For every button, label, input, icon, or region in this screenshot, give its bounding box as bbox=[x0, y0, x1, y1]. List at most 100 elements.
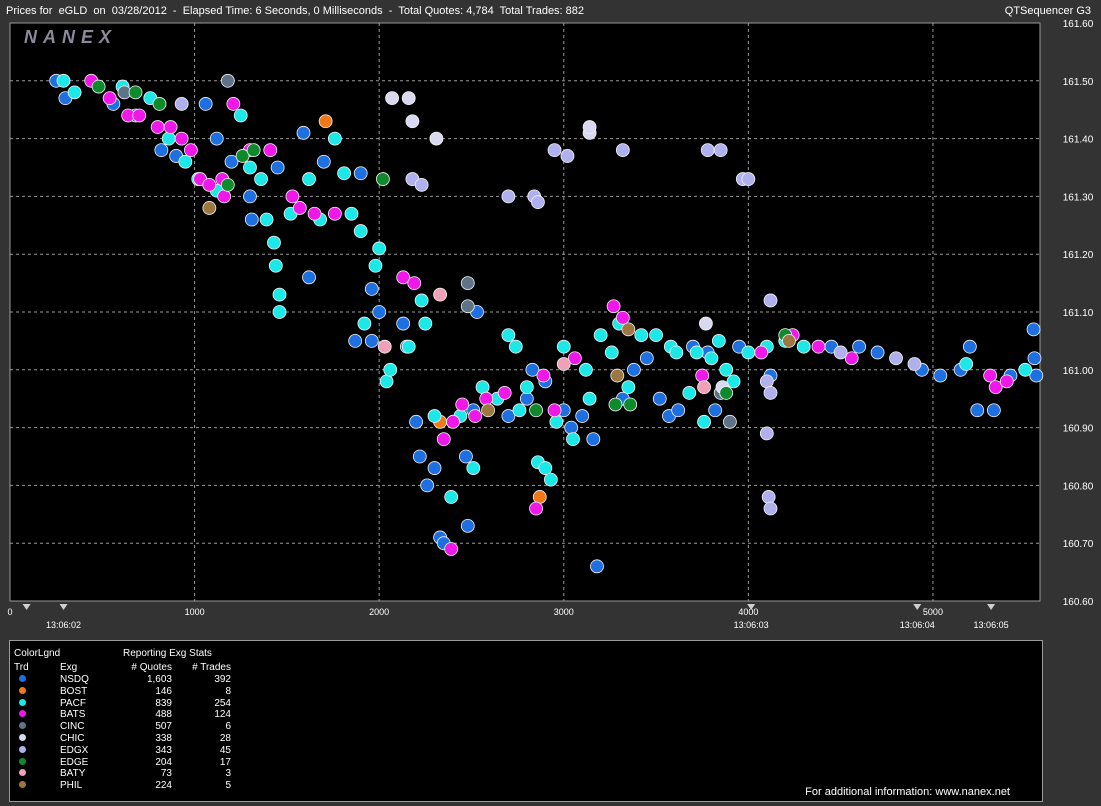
legend-trades: 6 bbox=[225, 721, 231, 733]
point-edgx bbox=[501, 189, 516, 204]
legend-color-dot bbox=[19, 686, 26, 694]
point-nsdq bbox=[316, 154, 331, 169]
legend-col-quotes: # Quotes bbox=[131, 662, 172, 673]
point-bost bbox=[532, 490, 547, 504]
point-nsdq bbox=[348, 333, 363, 348]
point-pacf bbox=[56, 73, 71, 88]
point-edgx bbox=[615, 143, 630, 158]
point-pacf bbox=[719, 362, 734, 377]
point-pacf bbox=[372, 241, 387, 256]
legend-color-dot bbox=[19, 769, 26, 777]
point-pacf bbox=[383, 362, 398, 377]
point-pacf bbox=[272, 287, 287, 302]
point-pacf bbox=[243, 160, 257, 175]
point-pacf bbox=[501, 328, 516, 343]
point-pacf bbox=[959, 357, 974, 371]
point-baty bbox=[697, 380, 711, 395]
point-nsdq bbox=[639, 351, 654, 366]
point-pacf bbox=[475, 380, 490, 395]
point-pacf bbox=[512, 403, 527, 418]
point-bats bbox=[407, 276, 422, 291]
legend-quotes: 507 bbox=[155, 721, 172, 733]
point-pacf bbox=[233, 108, 248, 123]
y-tick-label: 161.50 bbox=[1063, 77, 1094, 88]
legend-exchange: EDGE bbox=[60, 756, 89, 768]
footer-info: For additional information: www.nanex.ne… bbox=[805, 786, 1010, 798]
point-pacf bbox=[582, 391, 597, 406]
y-tick-label: 161.20 bbox=[1063, 250, 1094, 261]
point-pacf bbox=[302, 172, 316, 186]
legend-exchange: BOST bbox=[60, 685, 88, 697]
y-tick-label: 160.60 bbox=[1063, 597, 1094, 608]
point-edgx bbox=[414, 177, 429, 192]
legend-subtitle: Reporting Exg Stats bbox=[123, 648, 212, 659]
point-nsdq bbox=[412, 449, 427, 464]
legend-quotes: 338 bbox=[155, 733, 172, 744]
point-pacf bbox=[634, 328, 649, 343]
point-nsdq bbox=[962, 339, 977, 354]
point-nsdq bbox=[852, 339, 867, 354]
point-pacf bbox=[556, 339, 571, 354]
point-pacf bbox=[259, 212, 274, 227]
point-bats bbox=[102, 91, 117, 106]
point-nsdq bbox=[427, 461, 442, 475]
point-pacf bbox=[689, 345, 704, 360]
point-pacf bbox=[704, 351, 719, 366]
point-bats bbox=[174, 131, 189, 146]
point-cinc bbox=[722, 414, 737, 429]
legend-quotes: 146 bbox=[155, 685, 172, 697]
legend-row: BATY 73 3 bbox=[10, 768, 270, 779]
point-pacf bbox=[254, 172, 268, 186]
x-tick-label: 3000 bbox=[554, 607, 574, 617]
point-pacf bbox=[444, 490, 459, 504]
point-nsdq bbox=[459, 449, 473, 464]
point-nsdq bbox=[460, 518, 475, 533]
point-cinc bbox=[460, 276, 475, 291]
legend-row: BOST 146 8 bbox=[10, 686, 270, 697]
x-tick-label: 2000 bbox=[369, 607, 389, 617]
point-nsdq bbox=[364, 281, 379, 296]
legend-row: BATS 488 124 bbox=[10, 709, 270, 720]
point-nsdq bbox=[209, 131, 224, 146]
point-edgx bbox=[763, 386, 778, 400]
point-nsdq bbox=[296, 125, 311, 140]
point-bats bbox=[468, 409, 483, 423]
legend-row: CHIC 338 28 bbox=[10, 733, 270, 744]
point-nsdq bbox=[409, 414, 423, 429]
point-bats bbox=[183, 143, 198, 158]
point-pacf bbox=[593, 328, 608, 343]
point-nsdq bbox=[302, 270, 316, 285]
point-bats bbox=[436, 432, 451, 447]
point-bats bbox=[307, 206, 322, 221]
point-nsdq bbox=[970, 403, 985, 418]
point-cinc bbox=[220, 73, 235, 88]
point-bats bbox=[217, 189, 232, 204]
point-edgx bbox=[759, 374, 774, 389]
point-pacf bbox=[161, 131, 176, 146]
point-nsdq bbox=[671, 403, 686, 418]
x-tick-label: 1000 bbox=[185, 607, 205, 617]
point-bats bbox=[536, 368, 551, 383]
x-tick-label: 4000 bbox=[738, 607, 758, 617]
point-nsdq bbox=[244, 212, 259, 227]
legend-trades: 8 bbox=[225, 685, 231, 697]
point-bats bbox=[754, 345, 769, 360]
point-phil bbox=[481, 403, 495, 418]
point-bats bbox=[615, 310, 630, 325]
point-nsdq bbox=[198, 97, 213, 111]
point-edgx bbox=[763, 293, 778, 308]
legend-trades: 254 bbox=[214, 697, 231, 709]
point-baty bbox=[556, 357, 571, 371]
legend-trades: 5 bbox=[225, 780, 231, 792]
point-pacf bbox=[566, 432, 580, 447]
plot-area bbox=[10, 23, 1040, 601]
point-edge bbox=[719, 386, 734, 400]
point-bats bbox=[455, 397, 470, 412]
point-bats bbox=[226, 97, 241, 111]
legend-row: CINC 507 6 bbox=[10, 721, 270, 732]
point-nsdq bbox=[396, 316, 411, 331]
point-chic bbox=[429, 131, 444, 146]
legend-quotes: 343 bbox=[155, 744, 172, 756]
legend-col-trades: # Trades bbox=[192, 662, 231, 673]
point-pacf bbox=[669, 345, 684, 360]
